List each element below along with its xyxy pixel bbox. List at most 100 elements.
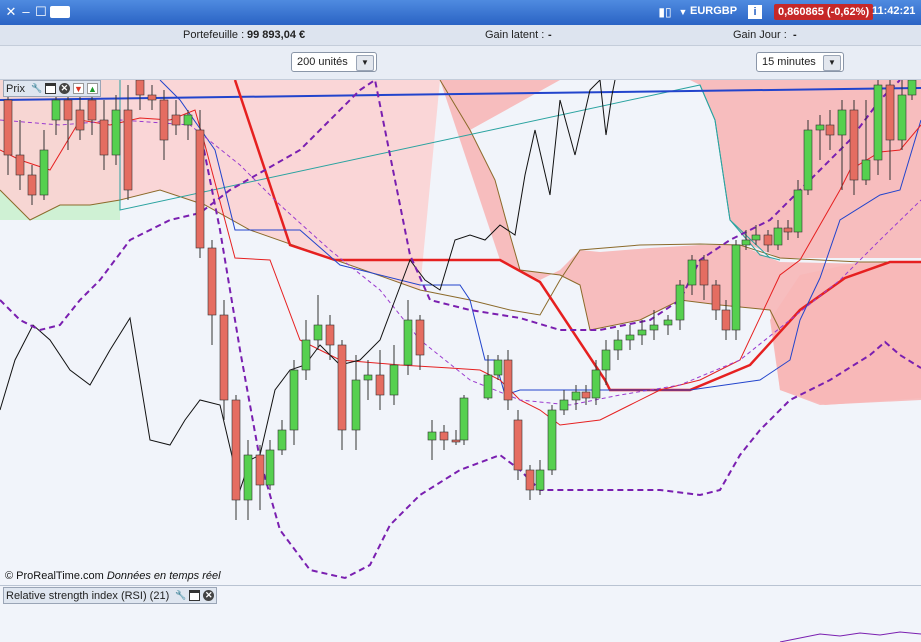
candle-down <box>699 259 709 286</box>
day-gain-value: - <box>793 29 797 41</box>
candle-up <box>687 259 697 286</box>
candle-up <box>793 189 803 233</box>
candle-down <box>255 454 265 486</box>
chevron-down-icon[interactable]: ▼ <box>823 55 841 71</box>
candle-up <box>427 431 437 441</box>
candle-down <box>503 359 513 401</box>
clock-time: 11:42:21 <box>872 5 916 17</box>
candle-up <box>483 374 493 399</box>
candle-up <box>403 319 413 366</box>
candle-down <box>27 174 37 196</box>
wrench-icon[interactable]: 🔧 <box>31 83 42 94</box>
candle-up <box>803 129 813 191</box>
candle-down <box>207 247 217 316</box>
candle-up <box>289 369 299 431</box>
title-bar: ✕ – ☐ ▮▯ ▼ EURGBP i 0,860865 (-0,62%) 11… <box>0 0 921 25</box>
candle-down <box>783 227 793 233</box>
candle-up <box>351 379 361 431</box>
candle-up <box>751 234 761 241</box>
portfolio-label: Portefeuille : <box>183 29 245 41</box>
portfolio-info-bar: Portefeuille : 99 893,04 € Gain latent :… <box>0 25 921 46</box>
candle-up <box>313 324 323 341</box>
candle-up <box>493 359 503 376</box>
candle-down <box>525 469 535 491</box>
close-circle-icon[interactable]: ✕ <box>58 83 70 94</box>
price-panel-tag: Prix 🔧 ✕ ▼ ▲ <box>3 80 101 97</box>
candle-up <box>547 409 557 471</box>
candle-down <box>581 391 591 399</box>
maximize-icon[interactable]: ☐ <box>34 4 48 20</box>
minimize-icon[interactable]: – <box>19 4 33 20</box>
candle-down <box>439 431 449 441</box>
price-badge: 0,860865 (-0,62%) <box>774 4 874 20</box>
candle-up <box>837 109 847 136</box>
candle-up <box>907 80 917 96</box>
timeframe-select-value: 15 minutes <box>762 56 816 68</box>
selector-bar: 200 unités ▼ 15 minutes ▼ <box>0 46 921 80</box>
candle-down <box>415 319 425 356</box>
candle-up <box>559 399 569 411</box>
candle-up <box>649 324 659 331</box>
candle-up <box>873 84 883 161</box>
price-chart-canvas[interactable] <box>0 80 921 585</box>
close-x-icon[interactable]: ✕ <box>4 4 18 20</box>
candle-down <box>15 154 25 176</box>
candle-up <box>459 397 469 441</box>
candle-up <box>741 239 751 246</box>
candle-down <box>147 94 157 101</box>
candle-up <box>601 349 611 371</box>
candle-down <box>3 99 13 156</box>
rsi-panel[interactable]: Relative strength index (RSI) (21) 🔧 ✕ <box>0 585 921 642</box>
candle-down <box>513 419 523 471</box>
dropdown-arrow-icon[interactable]: ▼ <box>678 4 688 20</box>
day-gain-label: Gain Jour : <box>733 29 787 41</box>
candle-up <box>51 99 61 121</box>
candle-down <box>825 124 835 136</box>
candle-down <box>451 439 461 443</box>
quantity-select-value: 200 unités <box>297 56 348 68</box>
candle-down <box>75 109 85 131</box>
data-credit: © ProRealTime.com Données en temps réel <box>5 570 221 582</box>
candle-up <box>773 227 783 246</box>
sell-red-icon[interactable]: ▼ <box>72 83 84 94</box>
rsi-canvas <box>779 631 921 642</box>
candle-up <box>111 109 121 156</box>
credit-realtime: Données en temps réel <box>106 570 221 582</box>
timeframe-select[interactable]: 15 minutes ▼ <box>756 52 844 72</box>
candle-down <box>87 99 97 121</box>
candle-up <box>265 449 275 486</box>
candle-up <box>897 94 907 141</box>
candle-down <box>219 314 229 401</box>
candle-up <box>815 124 825 131</box>
candle-down <box>195 129 205 249</box>
candle-down <box>171 114 181 126</box>
candle-up <box>663 319 673 326</box>
candle-up <box>731 244 741 331</box>
candle-down <box>337 344 347 431</box>
price-chart[interactable] <box>0 80 921 585</box>
price-panel-label: Prix <box>6 82 25 95</box>
candle-up <box>277 429 287 451</box>
candle-up <box>243 454 253 501</box>
chevron-down-icon[interactable]: ▼ <box>356 55 374 71</box>
candle-up <box>39 149 49 196</box>
candle-up <box>183 114 193 126</box>
candle-type-icon[interactable]: ▮▯ <box>658 4 672 20</box>
candle-down <box>99 119 109 156</box>
info-icon[interactable]: i <box>748 5 762 19</box>
candle-up <box>535 469 545 491</box>
candle-up <box>389 364 399 396</box>
instrument-name[interactable]: EURGBP <box>690 5 737 17</box>
portfolio-value: 99 893,04 € <box>247 29 306 41</box>
window-icon[interactable] <box>44 83 56 94</box>
candle-down <box>763 234 773 246</box>
latent-gain-value: - <box>548 29 552 41</box>
candle-down <box>885 84 895 141</box>
quantity-select[interactable]: 200 unités ▼ <box>291 52 377 72</box>
keyboard-icon[interactable] <box>50 6 70 18</box>
candle-down <box>231 399 241 501</box>
buy-green-icon[interactable]: ▲ <box>86 83 98 94</box>
candle-down <box>123 109 133 191</box>
candle-down <box>159 99 169 141</box>
candle-down <box>325 324 335 346</box>
